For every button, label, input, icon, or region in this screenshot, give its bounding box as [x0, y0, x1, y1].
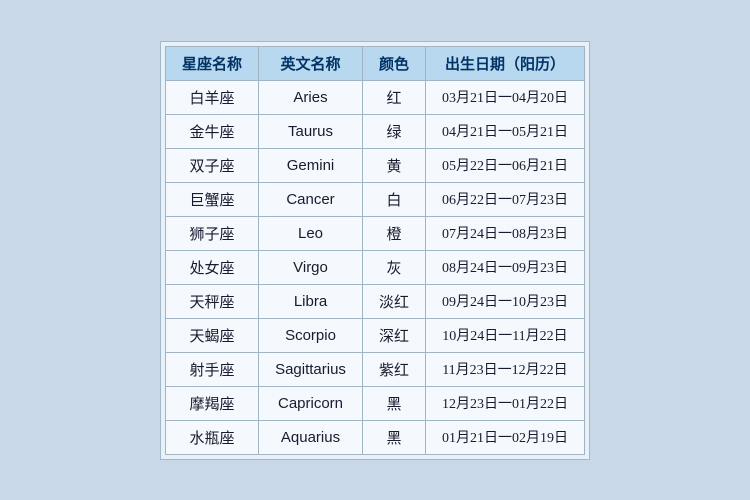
- cell-chinese-name: 巨蟹座: [166, 182, 259, 216]
- cell-english-name: Scorpio: [259, 318, 363, 352]
- cell-color: 绿: [362, 114, 425, 148]
- cell-dates: 11月23日一12月22日: [425, 352, 584, 386]
- cell-dates: 12月23日一01月22日: [425, 386, 584, 420]
- header-chinese-name: 星座名称: [166, 46, 259, 80]
- header-color: 颜色: [362, 46, 425, 80]
- cell-english-name: Libra: [259, 284, 363, 318]
- cell-dates: 06月22日一07月23日: [425, 182, 584, 216]
- cell-color: 黄: [362, 148, 425, 182]
- cell-english-name: Aries: [259, 80, 363, 114]
- cell-color: 橙: [362, 216, 425, 250]
- cell-chinese-name: 金牛座: [166, 114, 259, 148]
- table-row: 双子座Gemini黄05月22日一06月21日: [166, 148, 585, 182]
- table-row: 射手座Sagittarius紫红11月23日一12月22日: [166, 352, 585, 386]
- cell-english-name: Capricorn: [259, 386, 363, 420]
- cell-color: 灰: [362, 250, 425, 284]
- cell-dates: 07月24日一08月23日: [425, 216, 584, 250]
- zodiac-table-container: 星座名称 英文名称 颜色 出生日期（阳历） 白羊座Aries红03月21日一04…: [160, 41, 590, 460]
- cell-chinese-name: 射手座: [166, 352, 259, 386]
- table-row: 金牛座Taurus绿04月21日一05月21日: [166, 114, 585, 148]
- table-row: 狮子座Leo橙07月24日一08月23日: [166, 216, 585, 250]
- cell-color: 白: [362, 182, 425, 216]
- table-row: 处女座Virgo灰08月24日一09月23日: [166, 250, 585, 284]
- cell-english-name: Aquarius: [259, 420, 363, 454]
- table-row: 巨蟹座Cancer白06月22日一07月23日: [166, 182, 585, 216]
- cell-dates: 10月24日一11月22日: [425, 318, 584, 352]
- cell-chinese-name: 天秤座: [166, 284, 259, 318]
- cell-chinese-name: 狮子座: [166, 216, 259, 250]
- table-header-row: 星座名称 英文名称 颜色 出生日期（阳历）: [166, 46, 585, 80]
- table-row: 天秤座Libra淡红09月24日一10月23日: [166, 284, 585, 318]
- table-row: 天蝎座Scorpio深红10月24日一11月22日: [166, 318, 585, 352]
- table-row: 白羊座Aries红03月21日一04月20日: [166, 80, 585, 114]
- table-row: 摩羯座Capricorn黑12月23日一01月22日: [166, 386, 585, 420]
- cell-english-name: Sagittarius: [259, 352, 363, 386]
- cell-color: 黑: [362, 420, 425, 454]
- cell-dates: 05月22日一06月21日: [425, 148, 584, 182]
- cell-dates: 04月21日一05月21日: [425, 114, 584, 148]
- table-row: 水瓶座Aquarius黑01月21日一02月19日: [166, 420, 585, 454]
- cell-color: 紫红: [362, 352, 425, 386]
- cell-dates: 01月21日一02月19日: [425, 420, 584, 454]
- cell-chinese-name: 水瓶座: [166, 420, 259, 454]
- cell-english-name: Taurus: [259, 114, 363, 148]
- cell-color: 黑: [362, 386, 425, 420]
- cell-english-name: Gemini: [259, 148, 363, 182]
- cell-english-name: Leo: [259, 216, 363, 250]
- cell-dates: 09月24日一10月23日: [425, 284, 584, 318]
- cell-chinese-name: 天蝎座: [166, 318, 259, 352]
- cell-color: 深红: [362, 318, 425, 352]
- cell-english-name: Virgo: [259, 250, 363, 284]
- zodiac-table: 星座名称 英文名称 颜色 出生日期（阳历） 白羊座Aries红03月21日一04…: [165, 46, 585, 455]
- cell-chinese-name: 白羊座: [166, 80, 259, 114]
- cell-dates: 03月21日一04月20日: [425, 80, 584, 114]
- cell-chinese-name: 摩羯座: [166, 386, 259, 420]
- cell-dates: 08月24日一09月23日: [425, 250, 584, 284]
- header-english-name: 英文名称: [259, 46, 363, 80]
- cell-english-name: Cancer: [259, 182, 363, 216]
- header-dates: 出生日期（阳历）: [425, 46, 584, 80]
- cell-chinese-name: 处女座: [166, 250, 259, 284]
- cell-color: 淡红: [362, 284, 425, 318]
- cell-color: 红: [362, 80, 425, 114]
- cell-chinese-name: 双子座: [166, 148, 259, 182]
